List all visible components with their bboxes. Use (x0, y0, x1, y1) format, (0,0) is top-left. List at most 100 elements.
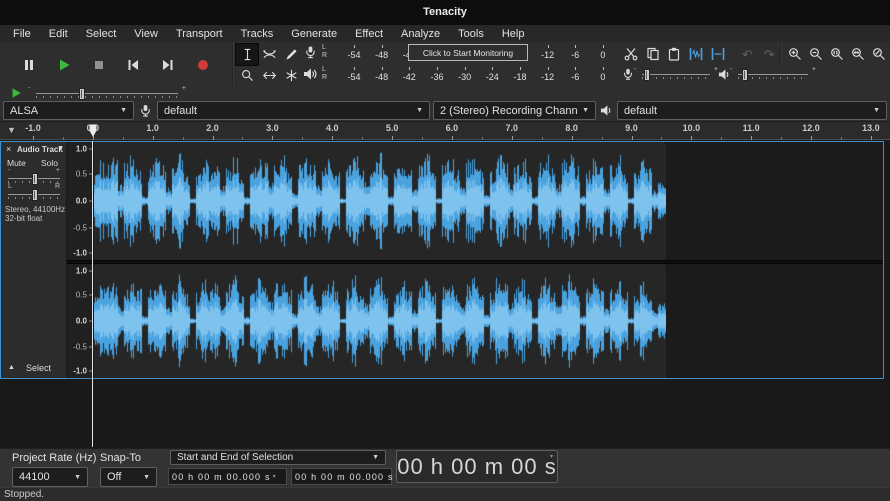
play-button[interactable] (57, 58, 71, 72)
playback-device-value: default (624, 105, 869, 117)
zoom-in-icon (788, 47, 802, 61)
title-bar: Tenacity (0, 0, 890, 25)
menu-item-generate[interactable]: Generate (282, 27, 346, 41)
zoom-out-button[interactable] (805, 44, 826, 64)
timeline-label: 13.0 (862, 123, 880, 133)
chevron-down-icon: ▼ (873, 107, 880, 114)
channel2-clip[interactable] (94, 264, 666, 378)
meter-scale-label: -24 (486, 72, 499, 82)
timeline-ruler-scale: -1.00.01.02.03.04.05.06.07.08.09.010.011… (0, 122, 890, 140)
pan-slider[interactable]: L R (6, 189, 62, 201)
project-rate-dropdown[interactable]: 44100▼ (12, 467, 88, 487)
fit-selection-button[interactable] (826, 44, 847, 64)
skip-to-end-button[interactable] (161, 58, 175, 72)
selection-mode-dropdown[interactable]: Start and End of Selection▼ (170, 450, 386, 465)
track-collapse-icon[interactable]: ▲ (8, 364, 15, 371)
spinner-icon[interactable]: ▾ (273, 473, 276, 480)
audio-position-display[interactable]: 00 h 00 m 00 s▾ (396, 450, 558, 483)
recording-device-dropdown[interactable]: default▼ (157, 101, 430, 120)
skip-to-start-button[interactable] (126, 58, 140, 72)
time-shift-tool-button[interactable] (258, 65, 280, 86)
audio-host-value: ALSA (10, 105, 116, 117)
menu-item-edit[interactable]: Edit (40, 27, 77, 41)
slider-thumb[interactable] (742, 69, 748, 81)
meter-scale-label: -12 (541, 72, 554, 82)
vertical-ruler-label: -1.0 (73, 367, 87, 376)
menu-item-tools[interactable]: Tools (449, 27, 493, 41)
play-at-speed-button[interactable] (10, 87, 22, 99)
channel2-waveform-area[interactable] (93, 264, 883, 378)
audio-track: × Audio Track ▼ Mute Solo - + L R Stereo (0, 141, 884, 379)
slider-minus-label: - (634, 66, 636, 73)
slider-ticks (738, 77, 808, 79)
playback-device-dropdown[interactable]: default ▼ (617, 101, 887, 120)
start-monitoring-button[interactable]: Click to Start Monitoring (408, 44, 528, 61)
track-title[interactable]: Audio Track (17, 145, 63, 154)
timeline-label: 1.0 (146, 123, 159, 133)
zoom-in-button[interactable] (784, 44, 805, 64)
chevron-down-icon: ▼ (74, 474, 81, 481)
redo-button[interactable]: ↷ (758, 44, 780, 64)
timeline-label: 2.0 (206, 123, 219, 133)
zoom-toggle-button[interactable] (868, 44, 889, 64)
meter-scale-label: -48 (375, 72, 388, 82)
channel1-waveform-area[interactable] (93, 142, 883, 260)
menu-item-effect[interactable]: Effect (346, 27, 392, 41)
channel1-clip[interactable] (94, 142, 666, 260)
channel1-waveform[interactable] (94, 142, 666, 260)
spinner-icon[interactable]: ▾ (550, 453, 554, 460)
track-close-button[interactable]: × (6, 144, 11, 154)
trim-audio-button[interactable] (685, 44, 707, 64)
stop-button[interactable] (92, 58, 106, 72)
playback-speed-slider[interactable]: - + (34, 88, 180, 100)
scissors-icon (624, 47, 638, 61)
zoom-tool-button[interactable] (236, 65, 258, 86)
channel2-waveform[interactable] (94, 264, 666, 378)
track-menu-icon[interactable]: ▼ (57, 145, 64, 152)
menu-item-select[interactable]: Select (77, 27, 126, 41)
selection-start-field[interactable]: 00 h 00 m 00.000 s▾ (168, 468, 287, 485)
envelope-tool-button[interactable] (258, 44, 280, 65)
selection-end-field[interactable]: 00 h 00 m 00.000 s▾ (291, 468, 392, 485)
menu-item-transport[interactable]: Transport (167, 27, 232, 41)
recording-device-value: default (164, 105, 412, 117)
snap-to-dropdown[interactable]: Off▼ (100, 467, 157, 487)
menu-item-help[interactable]: Help (493, 27, 534, 41)
playhead-pin-icon[interactable] (89, 124, 97, 138)
undo-button[interactable]: ↶ (737, 44, 759, 64)
slider-thumb[interactable] (79, 88, 85, 100)
silence-audio-button[interactable] (707, 44, 729, 64)
menu-item-analyze[interactable]: Analyze (392, 27, 449, 41)
recording-volume-slider[interactable]: - + (640, 69, 712, 81)
record-button[interactable] (196, 58, 210, 72)
timeline-ruler[interactable]: ▼ -1.00.01.02.03.04.05.06.07.08.09.010.0… (0, 122, 890, 140)
audio-host-dropdown[interactable]: ALSA▼ (3, 101, 134, 120)
menu-item-view[interactable]: View (125, 27, 167, 41)
selection-start-value: 00 h 00 m 00.000 s (172, 472, 271, 482)
chevron-down-icon: ▼ (582, 107, 589, 114)
copy-button[interactable] (642, 44, 664, 64)
draw-tool-button[interactable] (280, 44, 302, 65)
cut-button[interactable] (620, 44, 642, 64)
playback-volume-slider[interactable]: - + (736, 69, 810, 81)
recording-channels-dropdown[interactable]: 2 (Stereo) Recording Channels▼ (433, 101, 596, 120)
meter-tick (492, 67, 493, 70)
undo-icon: ↶ (742, 48, 753, 61)
menu-item-file[interactable]: File (4, 27, 40, 41)
play-meter-scale[interactable]: -54-48-42-36-30-24-18-12-60 (302, 65, 618, 86)
track-select-button[interactable]: Select (26, 363, 51, 373)
slider-thumb[interactable] (32, 189, 38, 201)
multi-tool-button[interactable] (280, 65, 302, 86)
menu-item-tracks[interactable]: Tracks (232, 27, 283, 41)
trim-audio-icon (689, 47, 703, 61)
selection-tool-button[interactable] (236, 44, 258, 65)
playback-cursor-line (92, 141, 93, 447)
slider-thumb[interactable] (644, 69, 650, 81)
fit-project-button[interactable] (847, 44, 868, 64)
track-area[interactable]: × Audio Track ▼ Mute Solo - + L R Stereo (0, 140, 890, 448)
paste-button[interactable] (663, 44, 685, 64)
slider-thumb[interactable] (32, 173, 38, 185)
skip-to-end-icon (161, 58, 175, 72)
gain-slider[interactable]: - + (6, 173, 62, 185)
pause-button[interactable] (22, 58, 36, 72)
